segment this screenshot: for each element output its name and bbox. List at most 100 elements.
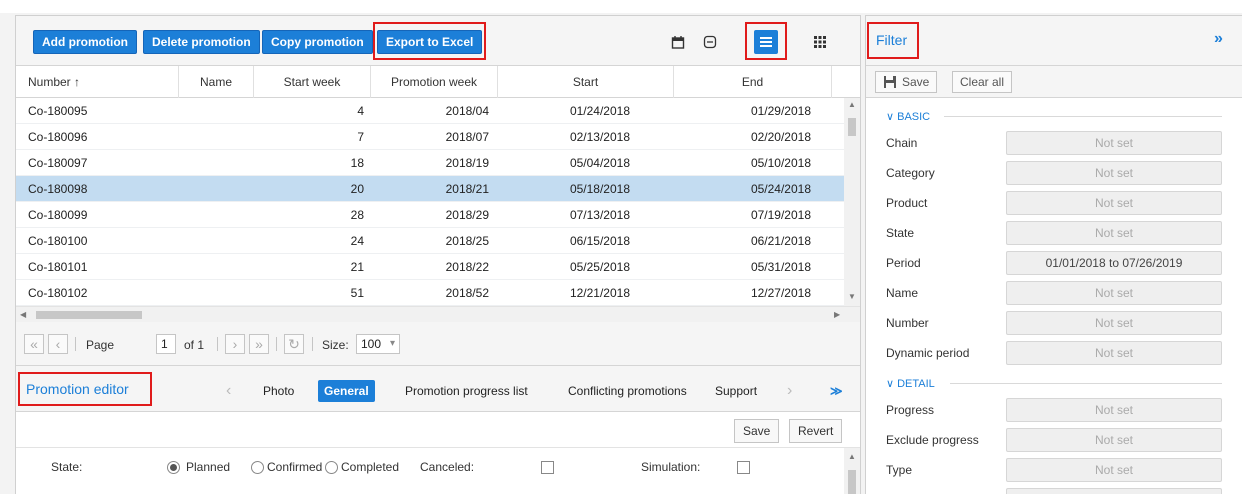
scroll-right-arrow-icon[interactable]: ▶ <box>834 310 840 319</box>
table-row[interactable]: Co-180095 4 2018/04 01/24/2018 01/29/2018 <box>16 98 844 124</box>
cell-promotion-week: 2018/29 <box>445 208 489 222</box>
filter-body: ∨ BASIC ∨ DETAIL Chain Not set Category Not… <box>866 98 1242 494</box>
filter-value-dynamic-period[interactable]: Not set <box>1006 341 1222 365</box>
pager-separator <box>75 337 76 351</box>
table-row[interactable]: Co-180101 21 2018/22 05/25/2018 05/31/2018 <box>16 254 844 280</box>
list-view-icon[interactable] <box>754 30 778 54</box>
grid-toolbar: Add promotion Delete promotion Copy prom… <box>16 16 860 66</box>
editor-vertical-scroll-thumb[interactable] <box>848 470 856 494</box>
filter-label-chain: Chain <box>886 136 918 150</box>
tab-support[interactable]: Support <box>709 380 763 402</box>
cell-number: Co-180097 <box>28 156 88 170</box>
cell-number: Co-180095 <box>28 104 88 118</box>
cell-end: 05/10/2018 <box>750 156 811 170</box>
tab-photo[interactable]: Photo <box>257 380 300 402</box>
filter-value-state[interactable]: Not set <box>1006 221 1222 245</box>
refresh-icon[interactable]: ↻ <box>284 334 304 354</box>
cell-start: 05/25/2018 <box>569 260 630 274</box>
column-header-number[interactable]: Number ↑ <box>16 66 179 98</box>
basic-section-toggle[interactable]: ∨ BASIC <box>886 110 930 123</box>
cell-number: Co-180098 <box>28 182 88 196</box>
filter-value-mechanism[interactable]: Not set <box>1006 488 1222 494</box>
export-to-excel-button[interactable]: Export to Excel <box>377 30 483 54</box>
editor-save-button[interactable]: Save <box>734 419 780 443</box>
last-page-icon[interactable]: » <box>249 334 269 354</box>
grid-view-icon[interactable] <box>808 30 832 54</box>
state-radio-confirmed[interactable] <box>251 461 264 474</box>
filter-value-period[interactable]: 01/01/2018 to 07/26/2019 <box>1006 251 1222 275</box>
top-strip <box>0 0 1242 13</box>
column-header-start-week[interactable]: Start week <box>254 66 371 98</box>
scroll-up-arrow-icon[interactable]: ▲ <box>848 100 856 109</box>
state-option-completed: Completed <box>341 460 400 474</box>
filter-value-type[interactable]: Not set <box>1006 458 1222 482</box>
simulation-checkbox[interactable] <box>737 461 750 474</box>
add-promotion-button[interactable]: Add promotion <box>33 30 137 54</box>
table-row[interactable]: Co-180096 7 2018/07 02/13/2018 02/20/2018 <box>16 124 844 150</box>
pager-separator <box>217 337 218 351</box>
tab-conflicting-promotions[interactable]: Conflicting promotions <box>562 380 693 402</box>
column-header-name[interactable]: Name <box>179 66 254 98</box>
cell-start: 12/21/2018 <box>569 286 630 300</box>
tabs-scroll-right-icon[interactable]: › <box>781 380 798 402</box>
cell-promotion-week: 2018/19 <box>445 156 489 170</box>
cell-start: 07/13/2018 <box>569 208 630 222</box>
tab-promotion-progress-list[interactable]: Promotion progress list <box>399 380 534 402</box>
tab-general[interactable]: General <box>318 380 375 402</box>
table-row[interactable]: Co-180100 24 2018/25 06/15/2018 06/21/2018 <box>16 228 844 254</box>
grid-vertical-scrollbar[interactable]: ▲ ▼ <box>844 98 860 306</box>
page-number-input[interactable]: 1 <box>156 334 176 354</box>
filter-value-number[interactable]: Not set <box>1006 311 1222 335</box>
cell-number: Co-180096 <box>28 130 88 144</box>
calendar-icon[interactable] <box>666 30 690 54</box>
scroll-down-arrow-icon[interactable]: ▼ <box>848 292 856 301</box>
detail-section-label: DETAIL <box>897 378 935 390</box>
filter-value-progress[interactable]: Not set <box>1006 398 1222 422</box>
clear-all-button[interactable]: Clear all <box>952 71 1013 93</box>
copy-promotion-button[interactable]: Copy promotion <box>262 30 373 54</box>
cell-start-week: 24 <box>350 234 364 248</box>
grid-horizontal-scrollbar[interactable]: ◀ ▶ <box>16 306 860 322</box>
editor-revert-button[interactable]: Revert <box>789 419 843 443</box>
state-label: State: <box>51 460 83 474</box>
filter-value-product[interactable]: Not set <box>1006 191 1222 215</box>
editor-scroll-up-arrow-icon[interactable]: ▲ <box>848 452 856 461</box>
promotion-list-panel: Add promotion Delete promotion Copy prom… <box>15 15 861 494</box>
editor-vertical-scrollbar[interactable]: ▲ <box>844 448 860 494</box>
cell-start: 02/13/2018 <box>569 130 630 144</box>
first-page-icon[interactable]: « <box>24 334 44 354</box>
table-row[interactable]: Co-180098 20 2018/21 05/18/2018 05/24/2018 <box>16 176 844 202</box>
collapse-filter-icon[interactable]: » <box>1214 30 1223 48</box>
filter-value-name[interactable]: Not set <box>1006 281 1222 305</box>
state-radio-planned[interactable] <box>167 461 180 474</box>
cell-end: 07/19/2018 <box>750 208 811 222</box>
column-header-end[interactable]: End <box>674 66 832 98</box>
previous-page-icon[interactable]: ‹ <box>48 334 68 354</box>
table-row[interactable]: Co-180102 51 2018/52 12/21/2018 12/27/2018 <box>16 280 844 306</box>
grid-vertical-scroll-thumb[interactable] <box>848 118 856 136</box>
filter-value-exclude-progress[interactable]: Not set <box>1006 428 1222 452</box>
cell-start-week: 7 <box>357 130 364 144</box>
tabs-scroll-left-icon[interactable]: ‹ <box>220 380 237 402</box>
filter-save-button[interactable]: Save <box>875 71 938 93</box>
filter-value-category[interactable]: Not set <box>1006 161 1222 185</box>
detail-section-toggle[interactable]: ∨ DETAIL <box>886 377 935 390</box>
collapse-icon[interactable] <box>698 30 722 54</box>
cell-end: 02/20/2018 <box>750 130 811 144</box>
cell-start-week: 28 <box>350 208 364 222</box>
canceled-checkbox[interactable] <box>541 461 554 474</box>
state-radio-completed[interactable] <box>325 461 338 474</box>
scroll-left-arrow-icon[interactable]: ◀ <box>20 310 26 319</box>
column-header-start[interactable]: Start <box>498 66 674 98</box>
column-header-promotion-week[interactable]: Promotion week <box>371 66 498 98</box>
table-row[interactable]: Co-180099 28 2018/29 07/13/2018 07/19/2018 <box>16 202 844 228</box>
promotion-editor-title: Promotion editor <box>26 381 129 397</box>
delete-promotion-button[interactable]: Delete promotion <box>143 30 260 54</box>
expand-editor-icon[interactable]: ≫ <box>824 380 849 402</box>
table-row[interactable]: Co-180097 18 2018/19 05/04/2018 05/10/2018 <box>16 150 844 176</box>
grid-horizontal-scroll-thumb[interactable] <box>36 311 142 319</box>
filter-title: Filter <box>876 32 908 48</box>
next-page-icon[interactable]: › <box>225 334 245 354</box>
page-size-select[interactable]: 100 ▾ <box>356 334 400 354</box>
filter-value-chain[interactable]: Not set <box>1006 131 1222 155</box>
